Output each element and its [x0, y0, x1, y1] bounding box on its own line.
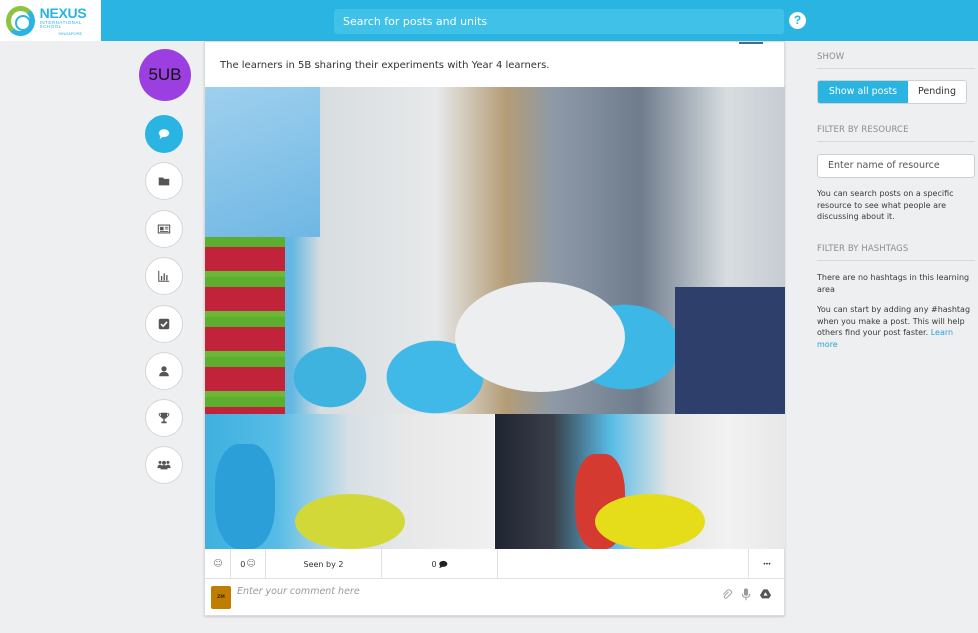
comment-bubble-icon	[438, 560, 447, 568]
speech-bubble-icon	[158, 129, 170, 140]
post-action-bar: ☺ 0 ☺ Seen by 2 0 •••	[205, 549, 784, 579]
react-button[interactable]: ☺	[205, 549, 231, 579]
top-bar: NEXUS INTERNATIONAL SCHOOL SINGAPORE Sea…	[0, 0, 978, 41]
action-spacer	[498, 549, 749, 579]
logo-ring-icon	[6, 5, 35, 36]
photo-detail-learner	[215, 444, 275, 549]
card-scroll-indicator	[739, 42, 763, 44]
comment-input[interactable]: Enter your comment here	[237, 586, 360, 597]
nav-reports[interactable]	[145, 257, 183, 295]
show-all-posts-button[interactable]: Show all posts	[818, 81, 908, 103]
show-heading: SHOW	[817, 52, 975, 69]
hashtag-empty-text: There are no hashtags in this learning a…	[817, 273, 970, 294]
resource-heading: FILTER BY RESOURCE	[817, 125, 975, 142]
photo-detail-table	[455, 282, 625, 392]
post-caption: The learners in 5B sharing their experim…	[220, 60, 550, 71]
photo-detail-map	[205, 87, 320, 237]
smiley-icon: ☺	[246, 559, 256, 569]
user-icon	[159, 366, 169, 377]
nav-posts[interactable]	[145, 115, 183, 153]
class-avatar[interactable]: 5UB	[139, 49, 191, 101]
comment-bar: ZM Enter your comment here	[205, 580, 784, 616]
smiley-icon: ☺	[213, 559, 223, 569]
show-filter-toggle: Show all posts Pending	[817, 80, 967, 104]
seen-by-label: Seen by 2	[303, 559, 344, 569]
user-avatar: ZM	[211, 586, 231, 609]
more-options-button[interactable]: •••	[749, 549, 784, 579]
logo-subtitle: INTERNATIONAL SCHOOL	[39, 19, 82, 29]
comments-count-value: 0	[431, 559, 437, 569]
seen-by-button[interactable]: Seen by 2	[266, 549, 382, 579]
nav-newspaper[interactable]	[145, 210, 183, 248]
photo-detail-table	[295, 494, 405, 549]
bar-chart-icon	[158, 270, 170, 282]
photo-detail-floor	[675, 287, 785, 414]
logo-name: NEXUS	[39, 4, 87, 21]
hashtag-heading: FILTER BY HASHTAGS	[817, 244, 975, 261]
search-input[interactable]: Search for posts and units	[334, 9, 784, 34]
reactions-count[interactable]: 0 ☺	[231, 549, 266, 579]
resource-section: FILTER BY RESOURCE	[817, 125, 975, 142]
folder-icon	[158, 177, 170, 186]
nav-groups[interactable]	[145, 446, 183, 484]
help-icon[interactable]: ?	[789, 12, 806, 29]
paperclip-icon[interactable]	[721, 588, 732, 600]
photo-detail-trays	[205, 237, 285, 414]
resource-filter-input[interactable]: Enter name of resource	[817, 154, 975, 178]
post-photo-3[interactable]	[495, 414, 785, 549]
trophy-icon	[158, 412, 170, 424]
pending-button[interactable]: Pending	[908, 81, 966, 103]
logo-location: SINGAPORE	[58, 30, 83, 36]
nav-profile[interactable]	[145, 352, 183, 390]
nav-achievements[interactable]	[145, 399, 183, 437]
nav-folders[interactable]	[145, 162, 183, 200]
photo-detail-table	[595, 494, 705, 549]
show-section: SHOW	[817, 52, 975, 69]
post-photo-main[interactable]	[205, 87, 785, 414]
post-card: The learners in 5B sharing their experim…	[204, 41, 785, 616]
google-drive-icon[interactable]	[760, 588, 771, 599]
more-dots-icon: •••	[762, 560, 772, 568]
hashtag-help-block: You can start by adding any #hashtag whe…	[817, 304, 975, 350]
newspaper-icon	[157, 224, 171, 234]
hashtag-section: FILTER BY HASHTAGS	[817, 244, 975, 261]
comments-count-button[interactable]: 0	[382, 549, 498, 579]
resource-help-text: You can search posts on a specific resou…	[817, 189, 954, 221]
post-photo-2[interactable]	[205, 414, 494, 549]
nav-tasks[interactable]	[145, 305, 183, 343]
users-group-icon	[157, 460, 171, 470]
school-logo[interactable]: NEXUS INTERNATIONAL SCHOOL SINGAPORE	[0, 0, 101, 41]
checkbox-icon	[158, 318, 170, 330]
microphone-icon[interactable]	[741, 588, 751, 601]
reactions-count-value: 0	[240, 559, 246, 569]
